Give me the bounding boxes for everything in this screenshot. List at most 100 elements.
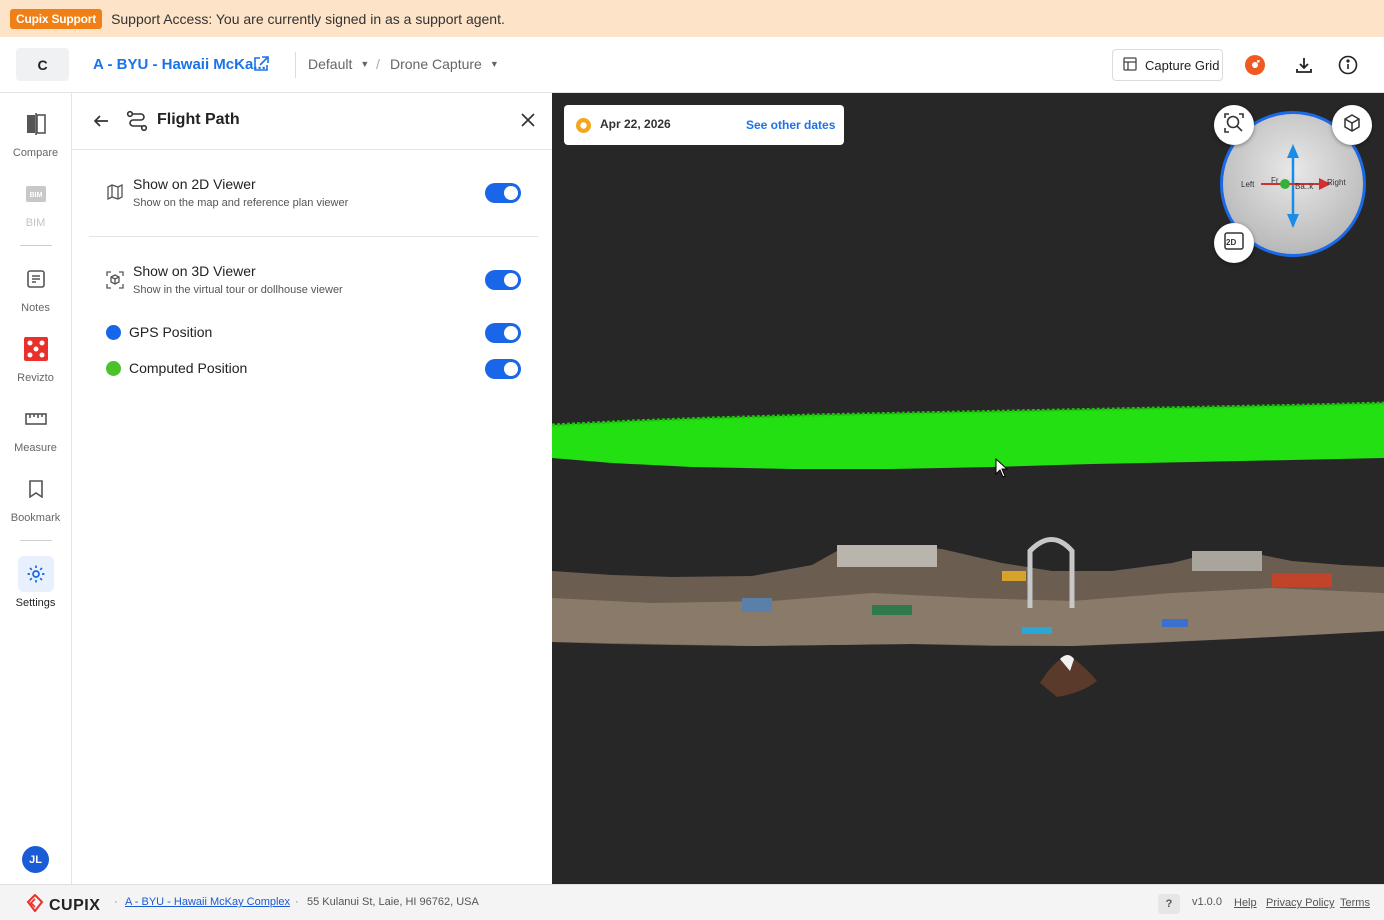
equipment-shape [1002, 571, 1026, 581]
panel-divider [89, 236, 538, 237]
caret-down-icon: ▼ [360, 59, 370, 69]
row-subtitle: Show on the map and reference plan viewe… [133, 197, 349, 209]
cupix-brand: CUPIX [49, 896, 101, 914]
search-zoom-icon [1224, 112, 1244, 138]
equipment-shape [872, 605, 912, 615]
gps-color-dot [106, 325, 121, 340]
notes-icon [18, 261, 54, 297]
download-icon[interactable] [1292, 53, 1316, 77]
support-banner: Cupix Support Support Access: You are cu… [0, 0, 1384, 37]
privacy-policy-link[interactable]: Privacy Policy [1266, 897, 1334, 909]
gizmo-back-label: Ba..k [1295, 182, 1314, 191]
mouse-cursor-icon [995, 458, 1009, 478]
avatar[interactable]: JL [22, 846, 49, 873]
row-subtitle: Show in the virtual tour or dollhouse vi… [133, 284, 343, 296]
view-select[interactable]: Default ▼ [308, 56, 369, 72]
info-icon[interactable] [1336, 53, 1360, 77]
footer: CUPIX · A - BYU - Hawaii McKay Complex ·… [0, 884, 1384, 920]
cupix-logo: CUPIX [24, 893, 101, 917]
external-link-icon[interactable] [252, 55, 270, 73]
gear-icon [17, 556, 54, 592]
nav-label: Compare [12, 147, 59, 159]
bookmark-icon [18, 471, 54, 507]
nav-compare[interactable]: Compare [0, 106, 71, 159]
ruler-icon [18, 401, 54, 437]
bim-icon: BIM [18, 176, 54, 212]
close-icon[interactable] [521, 113, 535, 132]
capture-grid-label: Capture Grid [1145, 57, 1220, 73]
back-arrow-icon[interactable] [92, 112, 110, 135]
map-icon [107, 183, 123, 205]
show-3d-toggle[interactable] [485, 270, 521, 290]
footer-project-link[interactable]: A - BYU - Hawaii McKay Complex [125, 896, 290, 908]
nav-settings[interactable]: Settings [0, 556, 71, 609]
support-badge: Cupix Support [10, 8, 103, 29]
building-shape [837, 545, 937, 567]
nav-label: Measure [14, 442, 57, 454]
nav-label: Notes [21, 302, 50, 314]
footer-dot: · [295, 896, 299, 908]
show-2d-toggle[interactable] [485, 183, 521, 203]
equipment-shape [742, 598, 772, 612]
flight-path-icon [126, 110, 148, 137]
toggle-2d-button[interactable]: 2D [1214, 223, 1254, 263]
left-nav: Compare BIM BIM Notes Revizto Measure Bo… [0, 93, 72, 884]
panel-title: Flight Path [157, 111, 240, 128]
terms-link[interactable]: Terms [1340, 897, 1370, 909]
footer-dot: · [114, 896, 118, 908]
nav-label: Revizto [17, 372, 54, 384]
footer-address: 55 Kulanui St, Laie, HI 96762, USA [307, 896, 479, 908]
panel-header: Flight Path [72, 93, 552, 150]
project-name-link[interactable]: A - BYU - Hawaii McKa... [93, 56, 266, 73]
flight-path-panel: Flight Path Show on 2D Viewer Show on th… [72, 93, 552, 884]
cupix-logo-icon [24, 893, 46, 917]
cube-icon [1342, 113, 1362, 138]
3d-viewer[interactable]: Apr 22, 2026 See other dates Left Fr Ba.… [552, 93, 1384, 884]
caret-down-icon: ▼ [489, 59, 499, 69]
gizmo-front-label: Fr [1271, 176, 1279, 185]
row-title: Show on 2D Viewer [133, 176, 256, 192]
version-label: v1.0.0 [1192, 896, 1222, 908]
nav-revizto[interactable]: Revizto [0, 331, 71, 384]
help-link[interactable]: Help [1234, 897, 1257, 909]
view-select-label: Default [308, 56, 353, 72]
nav-label: Settings [15, 597, 56, 609]
compare-icon [18, 106, 54, 142]
gizmo-left-label: Left [1241, 180, 1255, 189]
nav-label: Bookmark [10, 512, 61, 524]
see-other-dates-link[interactable]: See other dates [746, 118, 835, 132]
row-title: GPS Position [129, 324, 213, 340]
date-card: Apr 22, 2026 See other dates [564, 105, 844, 145]
capture-select-label: Drone Capture [390, 56, 482, 72]
view-mode-button[interactable] [1332, 105, 1372, 145]
cube-scan-icon [106, 271, 124, 294]
computed-position-toggle[interactable] [485, 359, 521, 379]
2d-label: 2D [1226, 238, 1237, 247]
nav-notes[interactable]: Notes [0, 261, 71, 314]
nav-label: BIM [25, 217, 46, 229]
equipment-shape [1272, 573, 1332, 587]
revizto-icon [18, 331, 54, 367]
svg-text:BIM: BIM [29, 192, 42, 199]
equipment-shape [1022, 627, 1052, 634]
nav-separator [20, 540, 52, 541]
gizmo-right-label: Right [1327, 178, 1346, 187]
zoom-search-button[interactable] [1214, 105, 1254, 145]
nav-bookmark[interactable]: Bookmark [0, 471, 71, 524]
capture-date[interactable]: Apr 22, 2026 [600, 117, 671, 131]
capture-grid-button[interactable]: Capture Grid [1112, 49, 1223, 81]
row-title: Computed Position [129, 360, 248, 376]
grid-icon [1123, 56, 1137, 74]
nav-measure[interactable]: Measure [0, 401, 71, 454]
sun-icon [575, 117, 592, 139]
capture-select[interactable]: Drone Capture ▼ [390, 56, 499, 72]
header-divider [295, 52, 296, 78]
nav-separator [20, 245, 52, 246]
org-switcher[interactable]: C [16, 48, 69, 81]
help-badge[interactable]: ? [1158, 894, 1180, 914]
top-header: C A - BYU - Hawaii McKa... Default ▼ / D… [0, 37, 1384, 93]
building-shape [1192, 551, 1262, 571]
revizto-icon[interactable] [1243, 53, 1267, 77]
gps-position-toggle[interactable] [485, 323, 521, 343]
computed-color-dot [106, 361, 121, 376]
